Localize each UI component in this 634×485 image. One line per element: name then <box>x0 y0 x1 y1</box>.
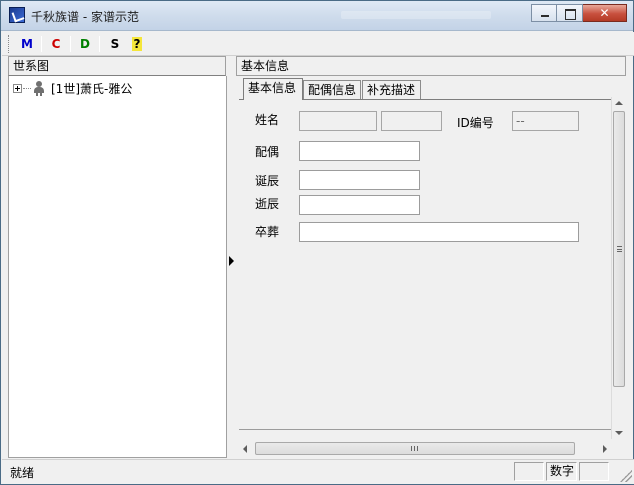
maximize-button[interactable] <box>557 4 583 22</box>
toolbar-button-d[interactable]: D <box>74 35 96 53</box>
death-field[interactable] <box>299 195 420 215</box>
minimize-button[interactable] <box>531 4 557 22</box>
status-panel-num: 数字 <box>546 462 577 481</box>
scroll-left-icon[interactable] <box>243 445 247 453</box>
tab-spouse-info-label: 配偶信息 <box>308 83 357 97</box>
burial-field[interactable] <box>299 222 579 242</box>
scroll-right-icon[interactable] <box>603 445 607 453</box>
given-name-field <box>381 111 442 131</box>
status-text: 就绪 <box>10 466 35 480</box>
expand-icon[interactable] <box>13 83 22 93</box>
tree-node-label[interactable]: [1世]萧氏-雅公 <box>51 80 132 97</box>
tab-supplement[interactable]: 补充描述 <box>362 80 421 100</box>
person-icon <box>32 80 46 96</box>
grip-icon <box>411 446 418 451</box>
status-panel-3 <box>579 462 609 481</box>
toolbar-button-m-label: M <box>21 37 33 51</box>
vertical-scrollbar[interactable] <box>611 97 626 439</box>
vertical-scroll-thumb[interactable] <box>613 111 625 387</box>
window-controls: ✕ <box>531 4 627 22</box>
tab-spouse-info[interactable]: 配偶信息 <box>303 80 361 100</box>
status-bar: 就绪 数字 <box>2 459 634 484</box>
tree-node[interactable]: [1世]萧氏-雅公 <box>13 80 132 96</box>
toolbar-button-c-label: C <box>51 37 61 51</box>
birth-label: 诞辰 <box>255 174 280 188</box>
collapse-arrow-icon[interactable] <box>229 256 234 266</box>
toolbar: M C D S ? <box>2 32 634 56</box>
burial-label: 卒葬 <box>255 225 280 239</box>
toolbar-button-s[interactable]: S <box>104 35 126 53</box>
title-bar[interactable]: 千秋族谱 - 家谱示范 ✕ <box>1 1 633 31</box>
title-bar-decoration <box>341 11 491 19</box>
id-field: -- <box>512 111 579 131</box>
horizontal-scrollbar[interactable] <box>239 441 611 456</box>
basic-info-panel: 姓名 ID编号 -- 配偶 诞辰 逝辰 卒葬 <box>239 99 611 429</box>
info-panel-header: 基本信息 <box>236 56 626 76</box>
tab-basic-info-label: 基本信息 <box>248 81 297 95</box>
toolbar-button-d-label: D <box>80 37 90 51</box>
lineage-panel-header: 世系图 <box>8 56 226 76</box>
toolbar-separator <box>70 36 71 52</box>
toolbar-separator <box>41 36 42 52</box>
help-icon: ? <box>131 37 143 51</box>
app-window: 千秋族谱 - 家谱示范 ✕ M C D S ? 世系图 [1世]萧氏-雅公 基本… <box>0 0 634 485</box>
scroll-down-icon[interactable] <box>615 431 623 435</box>
lineage-tree[interactable]: [1世]萧氏-雅公 <box>8 76 227 458</box>
toolbar-button-m[interactable]: M <box>16 35 38 53</box>
inner-horizontal-track <box>239 429 611 441</box>
help-button[interactable]: ? <box>126 35 148 53</box>
spouse-label: 配偶 <box>255 145 280 159</box>
toolbar-separator <box>99 36 100 52</box>
scroll-up-icon[interactable] <box>615 101 623 105</box>
horizontal-scroll-thumb[interactable] <box>255 442 575 455</box>
name-label: 姓名 <box>255 113 280 127</box>
toolbar-button-c[interactable]: C <box>45 35 67 53</box>
close-icon: ✕ <box>599 6 610 20</box>
spouse-field[interactable] <box>299 141 420 161</box>
tab-basic-info[interactable]: 基本信息 <box>243 78 303 100</box>
pane-splitter[interactable] <box>227 56 236 458</box>
resize-grip-icon[interactable] <box>620 470 632 482</box>
app-logo-icon[interactable] <box>9 7 25 23</box>
close-button[interactable]: ✕ <box>583 4 627 22</box>
window-title: 千秋族谱 - 家谱示范 <box>31 10 139 24</box>
toolbar-button-s-label: S <box>110 37 120 51</box>
birth-field[interactable] <box>299 170 420 190</box>
grip-icon <box>617 246 622 252</box>
tab-supplement-label: 补充描述 <box>367 83 416 97</box>
tree-connector <box>23 87 31 89</box>
toolbar-grip[interactable] <box>8 35 11 53</box>
status-panel-1 <box>514 462 544 481</box>
surname-field <box>299 111 377 131</box>
tab-strip: 基本信息 配偶信息 补充描述 <box>239 78 626 100</box>
id-label: ID编号 <box>457 116 494 130</box>
death-label: 逝辰 <box>255 197 280 211</box>
